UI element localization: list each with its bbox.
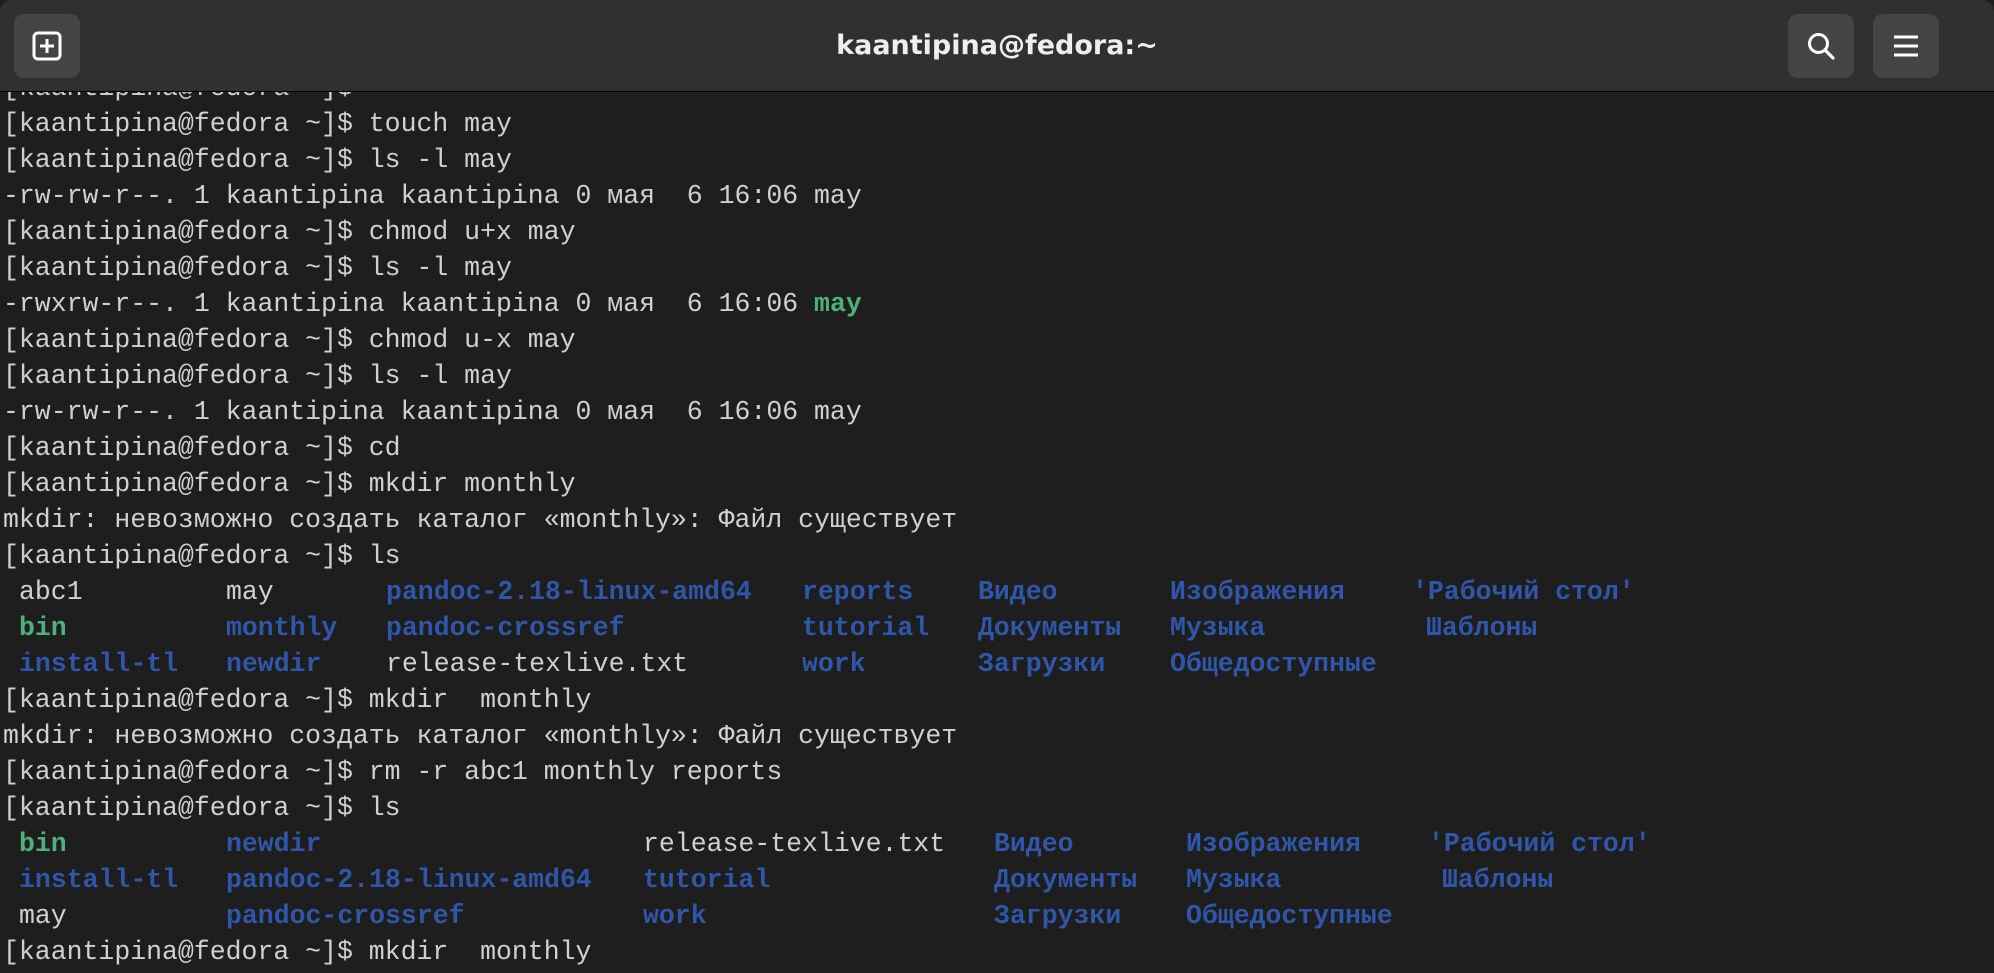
ls-entry-directory: Изображения [1170, 577, 1345, 607]
new-tab-icon [32, 31, 62, 61]
ls-entry-file: may [226, 577, 274, 607]
terminal-line-partial: [kaantipina@fedora ~]$ [3, 92, 353, 106]
ls-entry-directory: Музыка [1186, 865, 1282, 895]
terminal-line: [kaantipina@fedora ~]$ mkdir monthly [3, 469, 576, 499]
terminal-line: -rwxrw-r--. 1 kaantipina kaantipina 0 ма… [3, 286, 862, 322]
ls-entry-directory: pandoc-2.18-linux-amd64 [226, 865, 592, 895]
executable-file-name: may [814, 289, 862, 319]
ls-entry-directory: tutorial [802, 613, 930, 643]
ls-entry-directory: 'Рабочий стол' [1412, 577, 1635, 607]
ls-entry-directory: monthly [226, 613, 338, 643]
terminal-line: -rw-rw-r--. 1 kaantipina kaantipina 0 ма… [3, 181, 862, 211]
search-button[interactable] [1788, 14, 1854, 78]
window-title: kaantipina@fedora:~ [836, 30, 1158, 61]
ls-entry-directory: Шаблоны [1442, 865, 1554, 895]
ls-entry-directory: pandoc-2.18-linux-amd64 [386, 577, 752, 607]
ls-entry-directory: Общедоступные [1170, 649, 1377, 679]
terminal-line: [kaantipina@fedora ~]$ ls [3, 541, 401, 571]
terminal-text: -rwxrw-r--. 1 kaantipina kaantipina 0 ма… [3, 289, 815, 319]
new-tab-button[interactable] [14, 14, 80, 78]
terminal-line: [kaantipina@fedora ~]$ ls -l may [3, 145, 512, 175]
terminal-line: [kaantipina@fedora ~]$ chmod u+x may [3, 217, 576, 247]
ls-entry-directory: reports [802, 577, 914, 607]
ls-entry-directory: install-tl [19, 865, 179, 895]
terminal-line: mkdir: невозможно создать каталог «month… [3, 505, 958, 535]
ls-entry-directory: Видео [978, 577, 1058, 607]
terminal-line: [kaantipina@fedora ~]$ ls -l may [3, 361, 512, 391]
ls-entry-file: release-texlive.txt [643, 829, 946, 859]
ls-entry-directory: pandoc-crossref [226, 901, 465, 931]
ls-entry-directory: tutorial [643, 865, 771, 895]
terminal-line: [kaantipina@fedora ~]$ touch may [3, 109, 512, 139]
terminal-output[interactable]: [kaantipina@fedora ~]$ [kaantipina@fedor… [0, 92, 1994, 973]
main-menu-button[interactable] [1873, 14, 1939, 78]
terminal-line: [kaantipina@fedora ~]$ ls [3, 793, 401, 823]
ls-entry-directory: Общедоступные [1186, 901, 1393, 931]
ls-entry-directory: Видео [994, 829, 1074, 859]
ls-entry-directory: work [643, 901, 707, 931]
ls-entry-directory: install-tl [19, 649, 179, 679]
ls-entry-directory: Загрузки [994, 901, 1122, 931]
terminal-prompt-line[interactable]: [kaantipina@fedora ~]$ mkdir monthly [3, 934, 591, 970]
ls-entry-directory: Музыка [1170, 613, 1266, 643]
search-icon [1808, 33, 1835, 60]
ls-entry-executable: bin [19, 613, 67, 643]
ls-entry-directory: Загрузки [978, 649, 1106, 679]
ls-entry-directory: newdir [226, 649, 322, 679]
ls-entry-directory: Шаблоны [1426, 613, 1538, 643]
terminal-line: mkdir: невозможно создать каталог «month… [3, 721, 958, 751]
terminal-window: kaantipina@fedora:~ [kaantipina@fedora ~… [0, 0, 1994, 973]
ls-entry-directory: Документы [994, 865, 1138, 895]
ls-entry-directory: work [802, 649, 866, 679]
terminal-line: [kaantipina@fedora ~]$ cd [3, 433, 401, 463]
ls-entry-executable: bin [19, 829, 67, 859]
hamburger-menu-icon [1894, 35, 1918, 57]
ls-entry-directory: Изображения [1186, 829, 1361, 859]
ls-entry-directory: pandoc-crossref [386, 613, 625, 643]
terminal-line: [kaantipina@fedora ~]$ rm -r abc1 monthl… [3, 757, 783, 787]
terminal-line: [kaantipina@fedora ~]$ chmod u-x may [3, 325, 576, 355]
terminal-line: [kaantipina@fedora ~]$ mkdir monthly [3, 685, 592, 715]
ls-entry-directory: Документы [978, 613, 1122, 643]
ls-entry-directory: newdir [226, 829, 322, 859]
terminal-line: -rw-rw-r--. 1 kaantipina kaantipina 0 ма… [3, 397, 862, 427]
ls-entry-file: release-texlive.txt [386, 649, 689, 679]
terminal-line: [kaantipina@fedora ~]$ ls -l may [3, 253, 512, 283]
ls-entry-file: may [19, 901, 67, 931]
ls-entry-file: abc1 [19, 577, 83, 607]
header-bar: kaantipina@fedora:~ [0, 0, 1994, 92]
ls-entry-directory: 'Рабочий стол' [1428, 829, 1651, 859]
